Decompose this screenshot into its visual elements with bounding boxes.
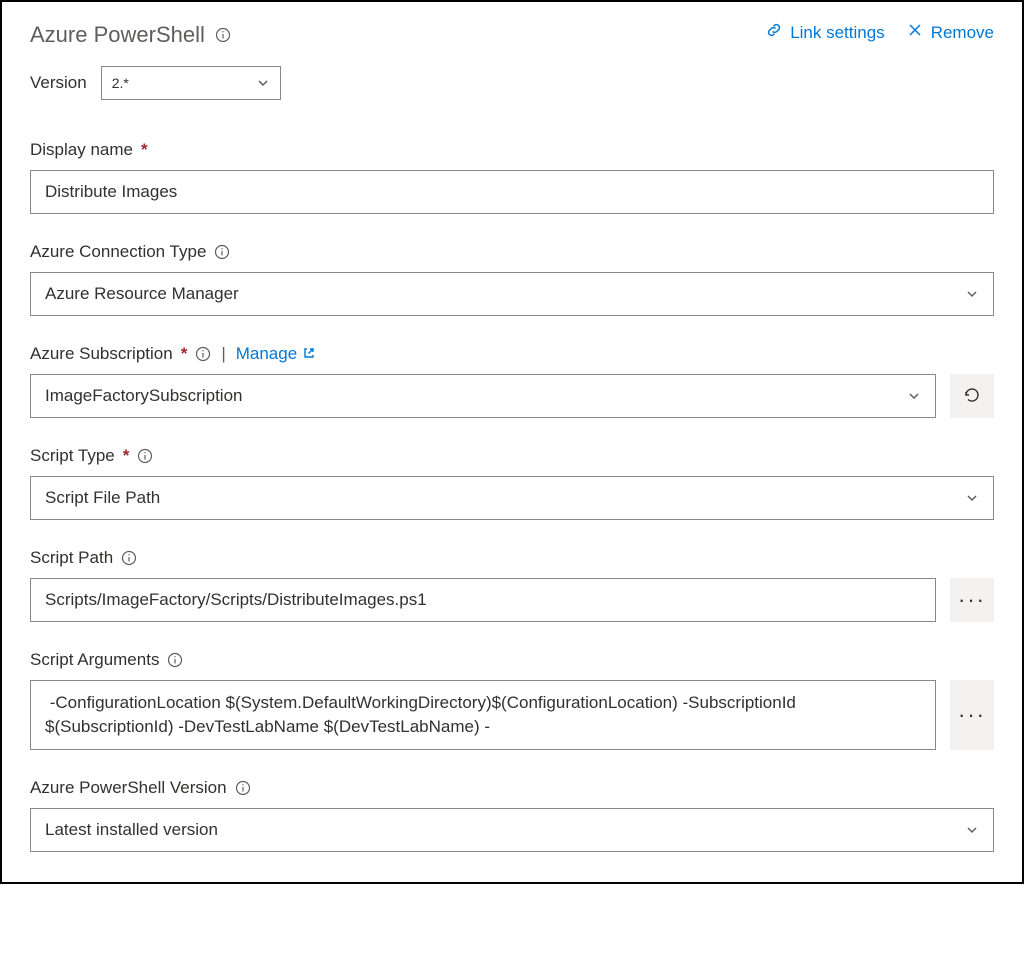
subscription-value: ImageFactorySubscription bbox=[45, 386, 242, 406]
task-title: Azure PowerShell bbox=[30, 22, 205, 48]
remove-button[interactable]: Remove bbox=[907, 22, 994, 43]
remove-label: Remove bbox=[931, 23, 994, 43]
connection-type-label-row: Azure Connection Type bbox=[30, 242, 994, 262]
connection-type-label: Azure Connection Type bbox=[30, 242, 206, 262]
refresh-button[interactable] bbox=[950, 374, 994, 418]
required-marker: * bbox=[123, 446, 130, 466]
link-settings-label: Link settings bbox=[790, 23, 885, 43]
info-icon[interactable] bbox=[167, 652, 183, 668]
subscription-row: ImageFactorySubscription bbox=[30, 374, 994, 418]
script-path-row: ··· bbox=[30, 578, 994, 622]
azure-powershell-task-panel: Azure PowerShell Link settings bbox=[0, 0, 1024, 884]
info-icon[interactable] bbox=[235, 780, 251, 796]
version-label: Version bbox=[30, 73, 87, 93]
ellipsis-icon: ··· bbox=[958, 704, 986, 726]
refresh-icon bbox=[963, 386, 981, 407]
version-select[interactable]: 2.* bbox=[101, 66, 281, 100]
task-header: Azure PowerShell Link settings bbox=[30, 22, 994, 48]
manage-link[interactable]: Manage bbox=[236, 344, 315, 364]
connection-type-field: Azure Connection Type Azure Resource Man… bbox=[30, 242, 994, 316]
script-type-value: Script File Path bbox=[45, 488, 160, 508]
script-path-label: Script Path bbox=[30, 548, 113, 568]
info-icon[interactable] bbox=[214, 244, 230, 260]
chevron-down-icon bbox=[907, 389, 921, 403]
info-icon[interactable] bbox=[215, 27, 231, 43]
chevron-down-icon bbox=[965, 287, 979, 301]
script-path-label-row: Script Path bbox=[30, 548, 994, 568]
ps-version-field: Azure PowerShell Version Latest installe… bbox=[30, 778, 994, 852]
link-settings-button[interactable]: Link settings bbox=[766, 22, 885, 43]
script-args-input[interactable] bbox=[30, 680, 936, 750]
connection-type-value: Azure Resource Manager bbox=[45, 284, 239, 304]
ps-version-select[interactable]: Latest installed version bbox=[30, 808, 994, 852]
display-name-input[interactable] bbox=[30, 170, 994, 214]
ps-version-label: Azure PowerShell Version bbox=[30, 778, 227, 798]
chevron-down-icon bbox=[256, 76, 270, 90]
display-name-label: Display name bbox=[30, 140, 133, 160]
subscription-label: Azure Subscription bbox=[30, 344, 173, 364]
manage-label: Manage bbox=[236, 344, 297, 364]
script-args-label: Script Arguments bbox=[30, 650, 159, 670]
chevron-down-icon bbox=[965, 491, 979, 505]
required-marker: * bbox=[141, 140, 148, 160]
display-name-label-row: Display name * bbox=[30, 140, 994, 160]
link-icon bbox=[766, 22, 782, 43]
required-marker: * bbox=[181, 344, 188, 364]
info-icon[interactable] bbox=[121, 550, 137, 566]
display-name-field: Display name * bbox=[30, 140, 994, 214]
info-icon[interactable] bbox=[195, 346, 211, 362]
script-path-field: Script Path ··· bbox=[30, 548, 994, 622]
separator: | bbox=[221, 344, 225, 364]
script-type-label: Script Type bbox=[30, 446, 115, 466]
close-icon bbox=[907, 22, 923, 43]
ps-version-label-row: Azure PowerShell Version bbox=[30, 778, 994, 798]
title-block: Azure PowerShell bbox=[30, 22, 231, 48]
script-path-input[interactable] bbox=[30, 578, 936, 622]
version-value: 2.* bbox=[112, 75, 129, 91]
external-link-icon bbox=[303, 344, 315, 364]
script-type-select[interactable]: Script File Path bbox=[30, 476, 994, 520]
script-type-label-row: Script Type * bbox=[30, 446, 994, 466]
script-args-row: ··· bbox=[30, 680, 994, 750]
script-args-label-row: Script Arguments bbox=[30, 650, 994, 670]
script-args-field: Script Arguments ··· bbox=[30, 650, 994, 750]
subscription-field: Azure Subscription * | Manage ImageFacto… bbox=[30, 344, 994, 418]
ps-version-value: Latest installed version bbox=[45, 820, 218, 840]
browse-button[interactable]: ··· bbox=[950, 578, 994, 622]
chevron-down-icon bbox=[965, 823, 979, 837]
header-actions: Link settings Remove bbox=[766, 22, 994, 43]
subscription-label-row: Azure Subscription * | Manage bbox=[30, 344, 994, 364]
subscription-select[interactable]: ImageFactorySubscription bbox=[30, 374, 936, 418]
info-icon[interactable] bbox=[137, 448, 153, 464]
browse-button[interactable]: ··· bbox=[950, 680, 994, 750]
connection-type-select[interactable]: Azure Resource Manager bbox=[30, 272, 994, 316]
version-row: Version 2.* bbox=[30, 66, 994, 100]
ellipsis-icon: ··· bbox=[958, 589, 986, 611]
script-type-field: Script Type * Script File Path bbox=[30, 446, 994, 520]
